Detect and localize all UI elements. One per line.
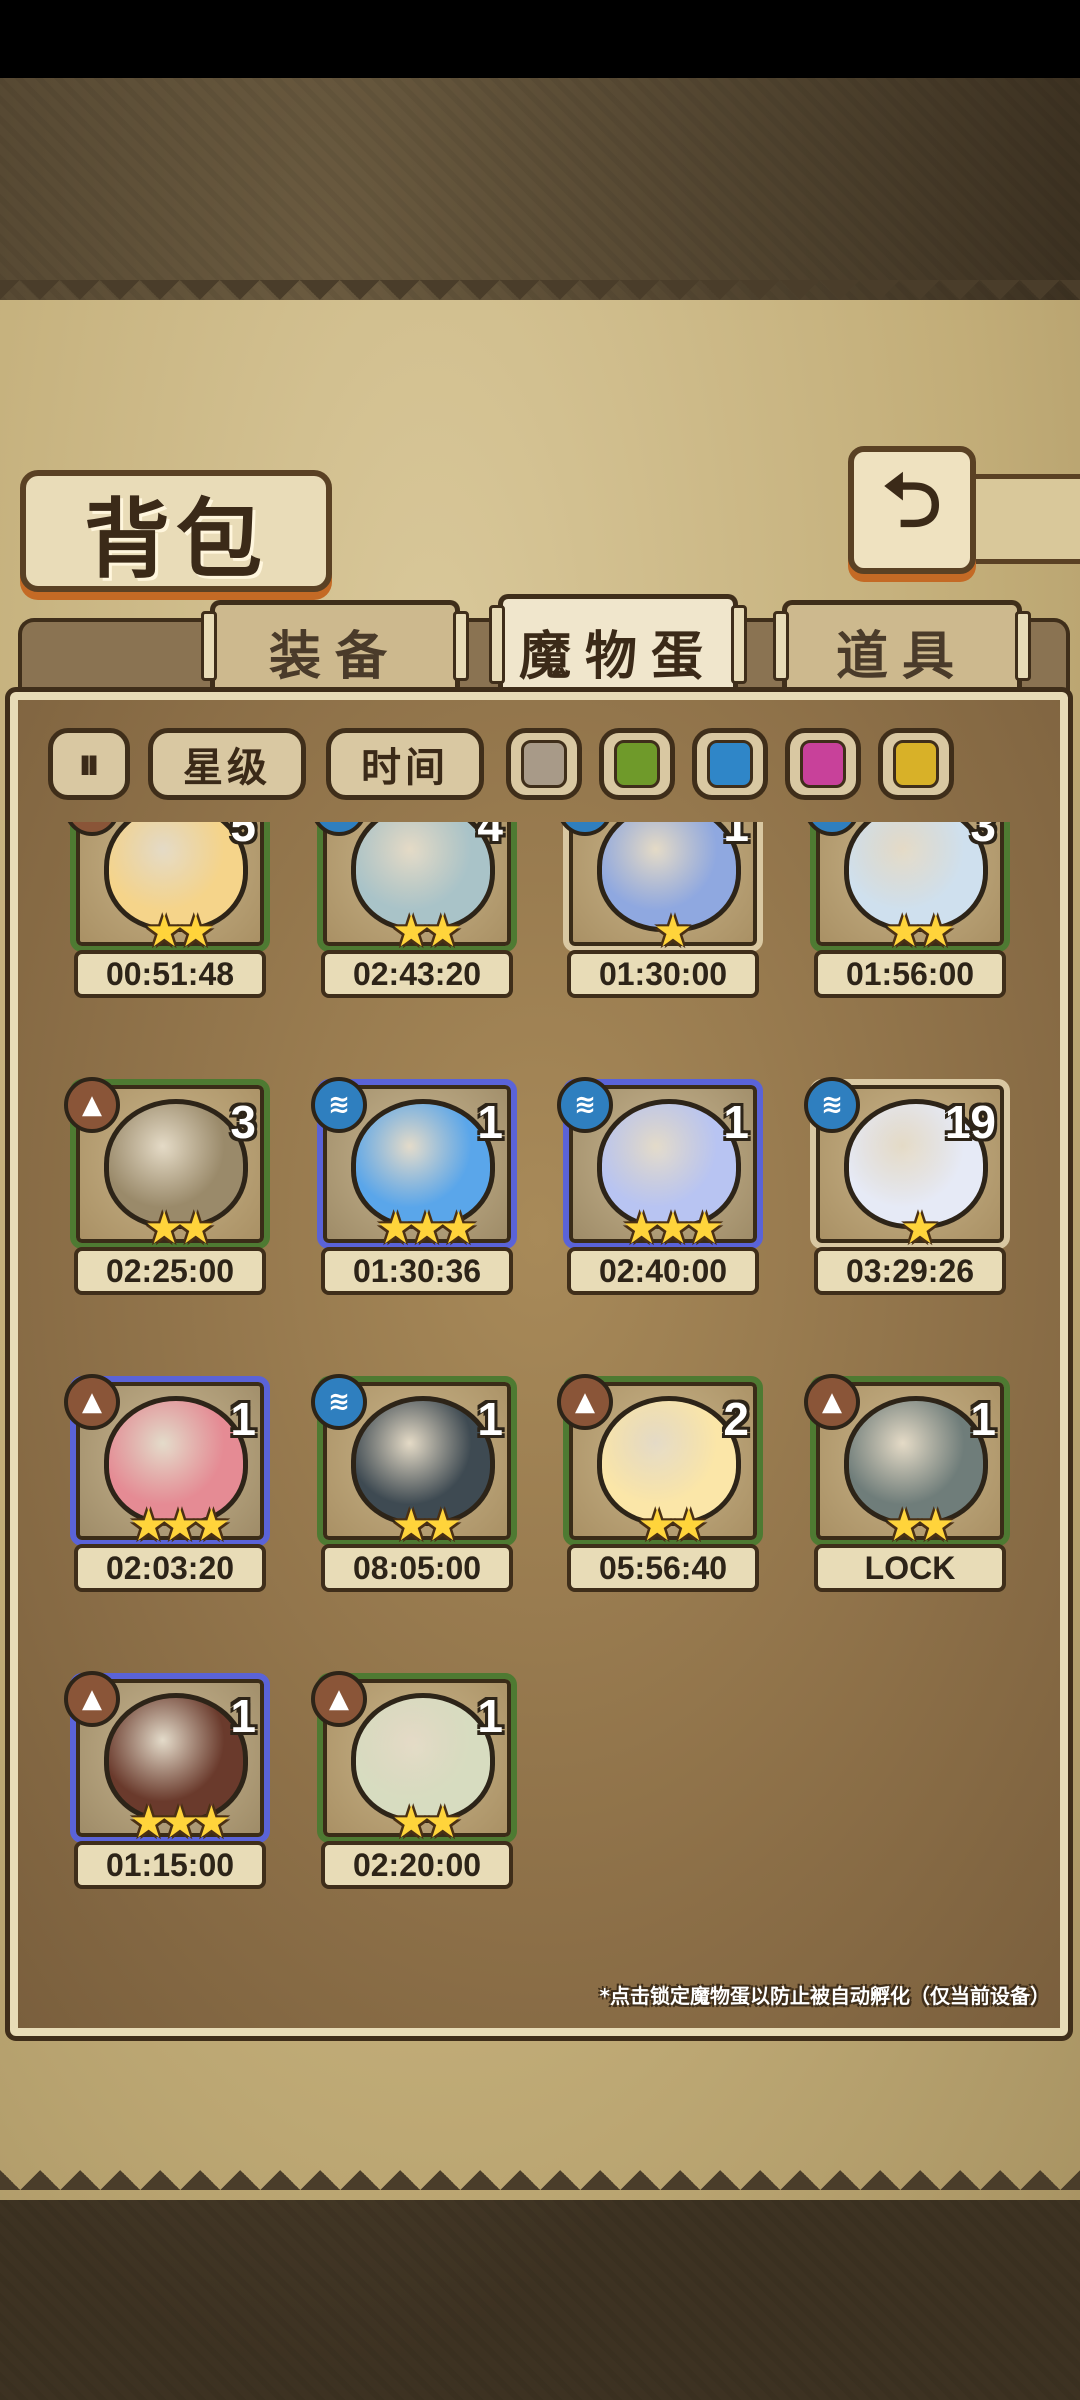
egg-count: 1 xyxy=(723,822,749,851)
color-filter-green[interactable] xyxy=(599,728,675,800)
water-element-icon: ≋ xyxy=(557,1077,613,1133)
egg-frame: ≋ 1 ★★★ xyxy=(557,1077,763,1254)
egg-frame: ▲ 1 ★★★ xyxy=(64,1374,270,1551)
back-rail xyxy=(970,474,1080,564)
egg-slot[interactable]: ▲ 1 ★★★ 01:15:00 xyxy=(64,1671,270,1903)
color-swatch xyxy=(800,740,846,788)
hatch-timer: 08:05:00 xyxy=(321,1544,513,1592)
egg-slot[interactable]: ≋ 1 ★★★ 02:40:00 xyxy=(557,1077,763,1309)
egg-count: 19 xyxy=(944,1096,996,1148)
egg-count: 3 xyxy=(230,1096,256,1148)
egg-count: 1 xyxy=(477,1096,503,1148)
egg-frame: ≋ 1 ★★ xyxy=(311,1374,517,1551)
egg-slot[interactable]: ≋4★★02:43:20 xyxy=(311,822,517,1012)
title-plaque: 背包 xyxy=(20,470,332,592)
egg-frame: ≋ 1 ★★★ xyxy=(311,1077,517,1254)
return-arrow-icon: ⮌ xyxy=(882,458,942,544)
egg-count: 5 xyxy=(230,822,256,851)
earth-element-icon: ▲ xyxy=(64,822,120,836)
egg-count: 3 xyxy=(970,822,996,851)
color-filter-gray[interactable] xyxy=(506,728,582,800)
color-filter-pink[interactable] xyxy=(785,728,861,800)
earth-element-icon: ▲ xyxy=(64,1374,120,1430)
egg-count: 2 xyxy=(723,1393,749,1445)
egg-slot[interactable]: ▲ 2 ★★ 05:56:40 xyxy=(557,1374,763,1606)
hatch-timer: 05:56:40 xyxy=(567,1544,759,1592)
hatch-timer: 02:25:00 xyxy=(74,1247,266,1295)
star-filter-button[interactable]: 星级 xyxy=(148,728,306,800)
egg-count: 1 xyxy=(230,1690,256,1742)
egg-frame: ≋ 19 ★ xyxy=(804,1077,1010,1254)
hatch-timer: 02:40:00 xyxy=(567,1247,759,1295)
egg-frame: ▲ 1 ★★★ xyxy=(64,1671,270,1848)
color-swatch xyxy=(893,740,939,788)
egg-frame: ≋3★★ xyxy=(804,822,1010,957)
back-button[interactable]: ⮌ xyxy=(848,446,976,574)
water-element-icon: ≋ xyxy=(311,1374,367,1430)
hatch-timer: 02:43:20 xyxy=(321,950,513,998)
earth-element-icon: ▲ xyxy=(311,1671,367,1727)
earth-element-icon: ▲ xyxy=(804,1374,860,1430)
egg-grid: ▲5★★00:51:48≋4★★02:43:20≋1★01:30:00≋3★★0… xyxy=(30,822,1040,1982)
egg-slot[interactable]: ≋3★★01:56:00 xyxy=(804,822,1010,1012)
sort-toggle-icon: ⏸ xyxy=(78,738,100,790)
earth-element-icon: ▲ xyxy=(64,1671,120,1727)
egg-count: 1 xyxy=(230,1393,256,1445)
tab-items[interactable]: 道具 xyxy=(773,600,1031,697)
egg-frame: ≋1★ xyxy=(557,822,763,957)
color-swatch xyxy=(614,740,660,788)
water-element-icon: ≋ xyxy=(804,822,860,836)
egg-frame: ▲ 3 ★★ xyxy=(64,1077,270,1254)
hatch-timer: 01:56:00 xyxy=(814,950,1006,998)
hatch-timer: 01:30:36 xyxy=(321,1247,513,1295)
egg-frame: ≋4★★ xyxy=(311,822,517,957)
egg-slot[interactable]: ≋ 19 ★ 03:29:26 xyxy=(804,1077,1010,1309)
egg-slot[interactable]: ▲ 1 ★★ 02:20:00 xyxy=(311,1671,517,1903)
egg-slot[interactable]: ≋ 1 ★★★ 01:30:36 xyxy=(311,1077,517,1309)
color-filter-yellow[interactable] xyxy=(878,728,954,800)
water-element-icon: ≋ xyxy=(311,1077,367,1133)
color-filter-blue[interactable] xyxy=(692,728,768,800)
hatch-timer: LOCK xyxy=(814,1544,1006,1592)
water-element-icon: ≋ xyxy=(804,1077,860,1133)
hatch-timer: 02:03:20 xyxy=(74,1544,266,1592)
egg-count: 1 xyxy=(477,1690,503,1742)
tab-monster-eggs[interactable]: 魔物蛋 xyxy=(489,594,747,703)
sort-button[interactable]: ⏸ xyxy=(48,728,130,800)
tab-equipment[interactable]: 装备 xyxy=(201,600,469,697)
egg-count: 1 xyxy=(723,1096,749,1148)
earth-element-icon: ▲ xyxy=(64,1077,120,1133)
time-filter-button[interactable]: 时间 xyxy=(326,728,484,800)
egg-count: 1 xyxy=(970,1393,996,1445)
page-title: 背包 xyxy=(84,488,268,590)
egg-frame: ▲ 1 ★★ xyxy=(311,1671,517,1848)
hatch-timer: 03:29:26 xyxy=(814,1247,1006,1295)
egg-count: 1 xyxy=(477,1393,503,1445)
torn-edge-bottom xyxy=(0,2150,1080,2190)
egg-frame: ▲5★★ xyxy=(64,822,270,957)
torn-edge-top xyxy=(0,280,1080,320)
hatch-timer: 01:15:00 xyxy=(74,1841,266,1889)
hatch-timer: 00:51:48 xyxy=(74,950,266,998)
water-element-icon: ≋ xyxy=(311,822,367,836)
hatch-timer: 01:30:00 xyxy=(567,950,759,998)
egg-frame: ▲ 2 ★★ xyxy=(557,1374,763,1551)
egg-slot[interactable]: ▲ 3 ★★ 02:25:00 xyxy=(64,1077,270,1309)
egg-slot[interactable]: ▲5★★00:51:48 xyxy=(64,822,270,1012)
water-element-icon: ≋ xyxy=(557,822,613,836)
egg-slot[interactable]: ≋1★01:30:00 xyxy=(557,822,763,1012)
egg-slot[interactable]: ▲ 1 ★★ LOCK xyxy=(804,1374,1010,1606)
egg-slot[interactable]: ▲ 1 ★★★ 02:03:20 xyxy=(64,1374,270,1606)
status-bar xyxy=(0,0,1080,78)
earth-element-icon: ▲ xyxy=(557,1374,613,1430)
egg-frame: ▲ 1 ★★ xyxy=(804,1374,1010,1551)
hatch-timer: 02:20:00 xyxy=(321,1841,513,1889)
egg-count: 4 xyxy=(477,822,503,851)
egg-slot[interactable]: ≋ 1 ★★ 08:05:00 xyxy=(311,1374,517,1606)
lock-hint: *点击锁定魔物蛋以防止被自动孵化（仅当前设备） xyxy=(599,1984,1050,2008)
color-swatch xyxy=(521,740,567,788)
color-swatch xyxy=(707,740,753,788)
